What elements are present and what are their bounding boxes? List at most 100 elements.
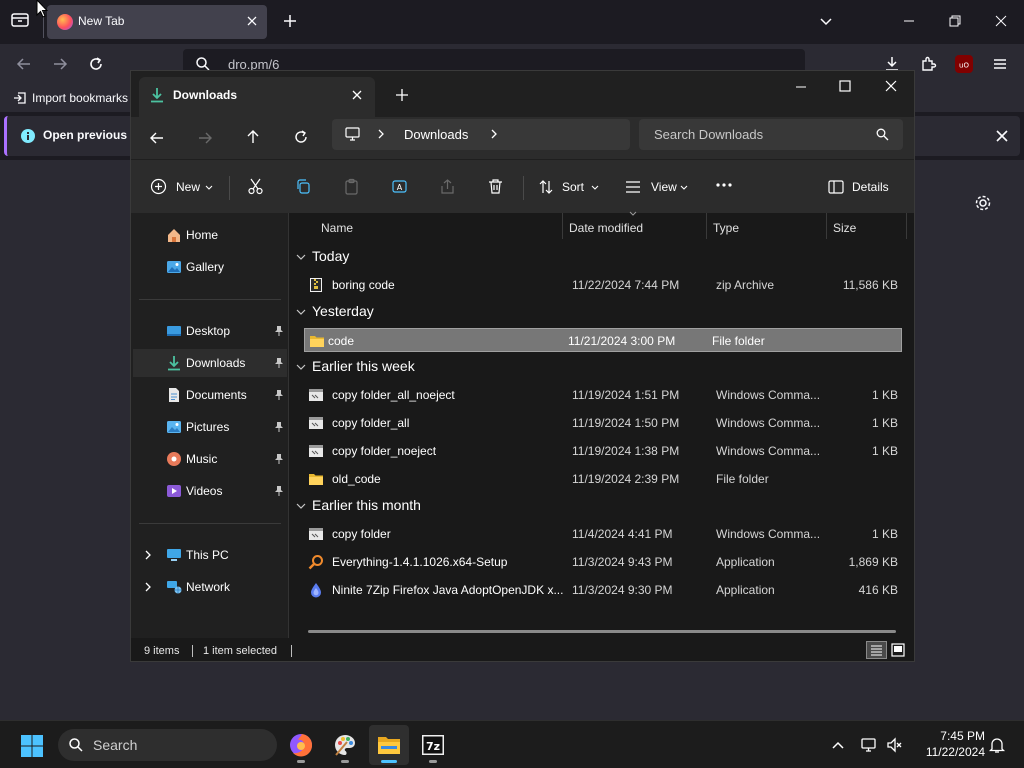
collapse-chevron-down-icon[interactable] bbox=[296, 307, 306, 317]
file-row[interactable]: copy folder_all_noeject 11/19/2024 1:51 … bbox=[304, 383, 902, 407]
minimize-window-icon[interactable] bbox=[902, 14, 916, 28]
explorer-tab-downloads[interactable]: Downloads bbox=[139, 77, 375, 117]
taskbar-firefox[interactable] bbox=[281, 725, 321, 765]
start-windows-icon[interactable] bbox=[20, 734, 44, 758]
new-tab-icon[interactable] bbox=[282, 13, 298, 29]
taskbar-search-box[interactable]: Search bbox=[58, 729, 277, 761]
column-header-size[interactable]: Size bbox=[833, 221, 856, 235]
expand-chevron-right-icon[interactable] bbox=[143, 550, 153, 560]
group-header-today[interactable]: Today bbox=[296, 245, 496, 269]
horizontal-scrollbar[interactable] bbox=[308, 630, 896, 633]
taskbar-7zip[interactable]: 7z bbox=[413, 725, 453, 765]
file-row[interactable]: copy folder 11/4/2024 4:41 PM Windows Co… bbox=[304, 522, 902, 546]
close-window-icon[interactable] bbox=[994, 14, 1008, 28]
copy-icon[interactable] bbox=[295, 178, 312, 195]
column-header-type[interactable]: Type bbox=[713, 221, 739, 235]
maximize-window-icon[interactable] bbox=[838, 79, 852, 93]
firefox-view-icon[interactable] bbox=[10, 10, 30, 30]
ublock-origin-icon[interactable]: uO bbox=[955, 55, 973, 73]
close-window-icon[interactable] bbox=[884, 79, 898, 93]
nav-item-network[interactable]: Network bbox=[133, 573, 287, 601]
group-header-earlier-this-month[interactable]: Earlier this month bbox=[296, 494, 496, 518]
close-notification-icon[interactable] bbox=[994, 128, 1010, 144]
view-button[interactable]: View bbox=[621, 168, 695, 206]
refresh-icon[interactable] bbox=[293, 129, 309, 145]
nav-item-desktop[interactable]: Desktop bbox=[133, 317, 287, 345]
file-row[interactable]: copy folder_noeject 11/19/2024 1:38 PM W… bbox=[304, 439, 902, 463]
taskbar-file-explorer[interactable] bbox=[369, 725, 409, 765]
rename-icon[interactable]: A bbox=[391, 178, 408, 195]
group-header-earlier-this-week[interactable]: Earlier this week bbox=[296, 355, 496, 379]
file-type: Application bbox=[716, 583, 775, 597]
show-hidden-icons-chevron-up-icon[interactable] bbox=[830, 737, 846, 753]
column-header-date-modified[interactable]: Date modified bbox=[569, 221, 643, 235]
volume-muted-icon[interactable] bbox=[886, 736, 904, 754]
forward-arrow-icon[interactable] bbox=[52, 56, 68, 72]
breadcrumb-downloads[interactable]: Downloads bbox=[404, 127, 468, 142]
extensions-puzzle-icon[interactable] bbox=[920, 55, 938, 73]
network-status-icon[interactable] bbox=[860, 736, 878, 754]
settings-gear-icon[interactable] bbox=[974, 194, 992, 212]
up-arrow-icon[interactable] bbox=[245, 129, 261, 145]
import-bookmarks-link[interactable]: Import bookmarks bbox=[32, 91, 128, 105]
nav-item-home[interactable]: Home bbox=[133, 221, 287, 249]
column-separator[interactable] bbox=[906, 213, 907, 239]
list-tabs-chevron-down-icon[interactable] bbox=[818, 14, 834, 30]
nav-item-documents[interactable]: Documents bbox=[133, 381, 287, 409]
more-options-ellipsis-icon[interactable] bbox=[715, 182, 733, 188]
nav-item-this-pc[interactable]: This PC bbox=[133, 541, 287, 569]
details-pane-button[interactable]: Details bbox=[821, 168, 901, 206]
address-bar[interactable]: Downloads bbox=[332, 119, 630, 150]
back-arrow-icon[interactable] bbox=[149, 130, 165, 146]
file-row[interactable]: Everything-1.4.1.1026.x64-Setup 11/3/202… bbox=[304, 550, 902, 574]
browser-tab-new-tab[interactable]: New Tab bbox=[47, 5, 267, 39]
cut-scissors-icon[interactable] bbox=[247, 178, 264, 195]
pin-icon bbox=[274, 421, 284, 433]
column-separator[interactable] bbox=[562, 213, 563, 239]
file-row-selected[interactable]: code 11/21/2024 3:00 PM File folder bbox=[304, 328, 902, 352]
nav-item-pictures[interactable]: Pictures bbox=[133, 413, 287, 441]
browser-tab-title: New Tab bbox=[78, 14, 125, 28]
file-row[interactable]: old_code 11/19/2024 2:39 PM File folder bbox=[304, 467, 902, 491]
sort-button[interactable]: Sort bbox=[533, 168, 605, 206]
column-header-name[interactable]: Name bbox=[321, 221, 353, 235]
collapse-chevron-down-icon[interactable] bbox=[296, 252, 306, 262]
file-row[interactable]: boring code 11/22/2024 7:44 PM zip Archi… bbox=[304, 273, 902, 297]
forward-arrow-icon[interactable] bbox=[197, 130, 213, 146]
details-view-toggle[interactable] bbox=[866, 641, 887, 659]
collapse-chevron-down-icon[interactable] bbox=[296, 362, 306, 372]
close-tab-icon[interactable] bbox=[351, 89, 363, 101]
collapse-chevron-down-icon[interactable] bbox=[296, 501, 306, 511]
file-row[interactable]: copy folder_all 11/19/2024 1:50 PM Windo… bbox=[304, 411, 902, 435]
nav-item-videos[interactable]: Videos bbox=[133, 477, 287, 505]
new-button[interactable]: New bbox=[143, 168, 215, 206]
breadcrumb-chevron-right-icon[interactable] bbox=[376, 129, 386, 139]
new-tab-icon[interactable] bbox=[395, 88, 409, 102]
navigation-pane: Home Gallery Desktop Downloads Documents… bbox=[131, 213, 289, 638]
notification-bell-icon[interactable] bbox=[988, 736, 1006, 754]
nav-item-music[interactable]: Music bbox=[133, 445, 287, 473]
share-icon[interactable] bbox=[439, 178, 456, 195]
system-clock[interactable]: 7:45 PM 11/22/2024 bbox=[905, 728, 985, 760]
delete-trash-icon[interactable] bbox=[487, 178, 504, 195]
file-row[interactable]: Ninite 7Zip Firefox Java AdoptOpenJDK x.… bbox=[304, 578, 902, 602]
nav-item-gallery[interactable]: Gallery bbox=[133, 253, 287, 281]
search-box[interactable]: Search Downloads bbox=[639, 119, 903, 150]
group-header-yesterday[interactable]: Yesterday bbox=[296, 300, 496, 324]
restore-window-icon[interactable] bbox=[948, 14, 962, 28]
breadcrumb-chevron-right-icon[interactable] bbox=[489, 129, 499, 139]
close-tab-icon[interactable] bbox=[245, 14, 259, 28]
group-label: Earlier this month bbox=[312, 497, 421, 513]
explorer-title-bar: Downloads bbox=[131, 71, 914, 117]
tiles-view-toggle[interactable] bbox=[890, 642, 906, 658]
column-separator[interactable] bbox=[706, 213, 707, 239]
column-separator[interactable] bbox=[826, 213, 827, 239]
expand-chevron-right-icon[interactable] bbox=[143, 582, 153, 592]
paste-clipboard-icon[interactable] bbox=[343, 178, 360, 195]
minimize-window-icon[interactable] bbox=[794, 80, 808, 94]
taskbar-paint[interactable] bbox=[325, 725, 365, 765]
back-arrow-icon[interactable] bbox=[16, 56, 32, 72]
nav-item-downloads[interactable]: Downloads bbox=[133, 349, 287, 377]
hamburger-menu-icon[interactable] bbox=[992, 56, 1008, 72]
reload-icon[interactable] bbox=[88, 56, 104, 72]
